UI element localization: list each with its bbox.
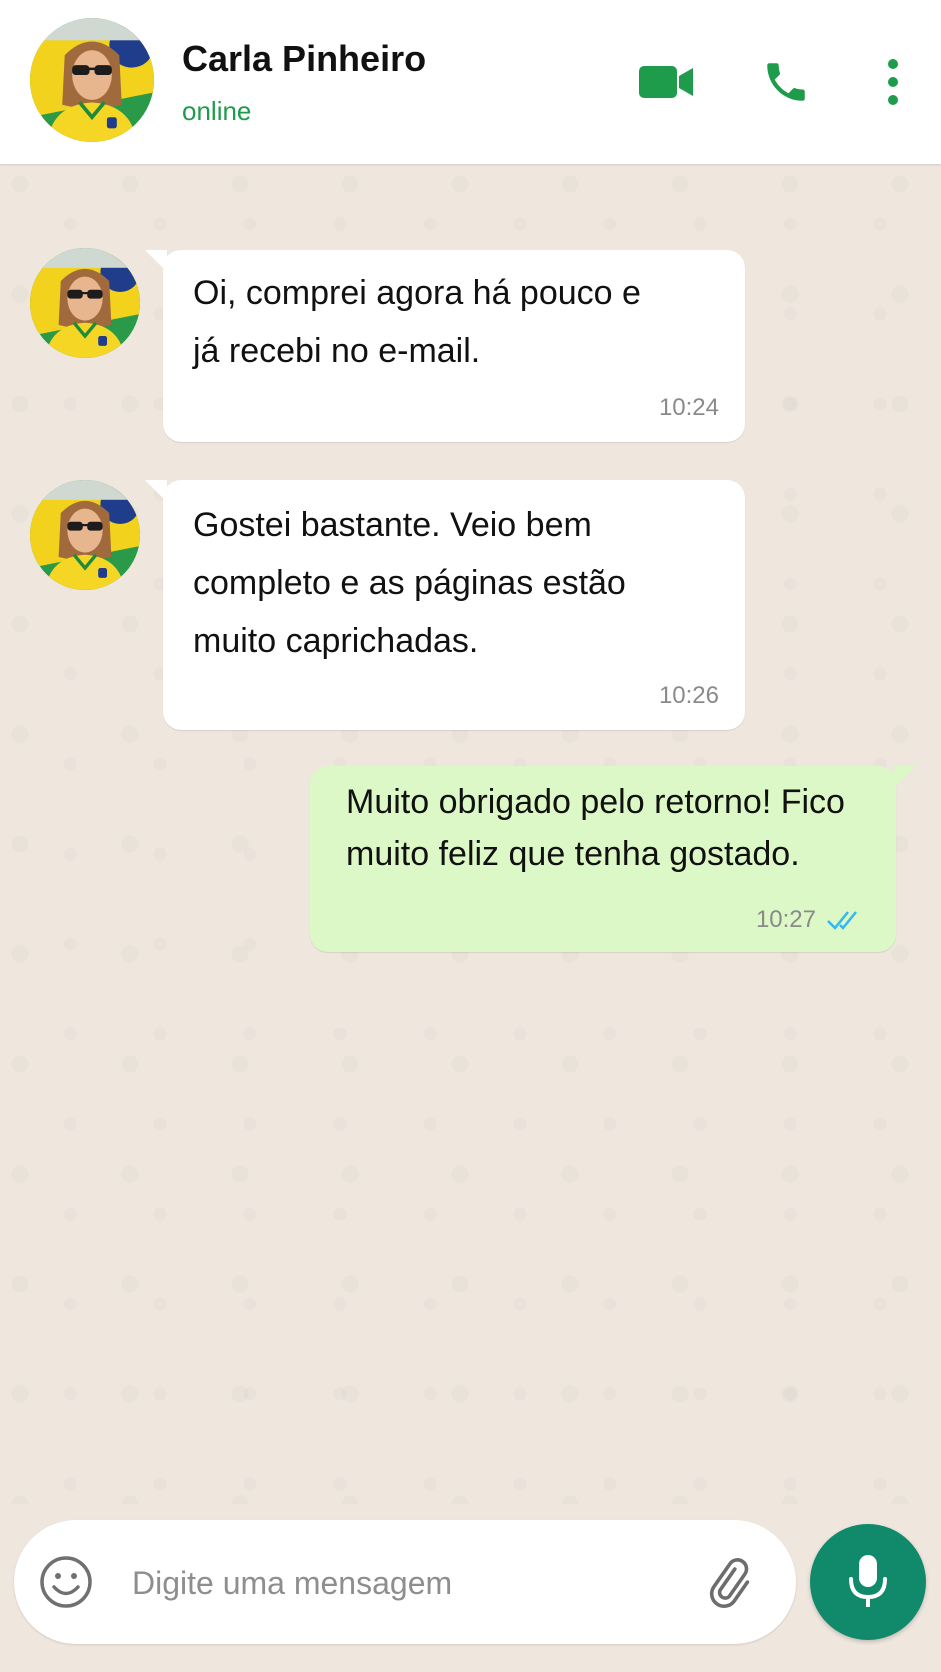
- paperclip-icon[interactable]: [700, 1556, 754, 1610]
- sender-avatar[interactable]: [30, 248, 140, 358]
- message-text: Gostei bastante. Veio bem completo e as …: [193, 506, 626, 660]
- sender-avatar[interactable]: [30, 480, 140, 590]
- contact-avatar[interactable]: [30, 18, 154, 142]
- contact-name[interactable]: Carla Pinheiro: [182, 38, 426, 80]
- message-time: 10:27: [755, 906, 816, 933]
- video-call-icon[interactable]: [636, 54, 696, 110]
- message-time: 10:26: [658, 682, 719, 709]
- message-text: Muito obrigado pelo retorno! Fico muito …: [346, 783, 845, 873]
- incoming-message[interactable]: Oi, comprei agora há pouco e já recebi n…: [145, 250, 745, 442]
- outgoing-message[interactable]: Muito obrigado pelo retorno! Fico muito …: [310, 766, 916, 952]
- incoming-message[interactable]: Gostei bastante. Veio bem completo e as …: [145, 480, 745, 730]
- chat-area[interactable]: Oi, comprei agora há pouco e já recebi n…: [0, 164, 941, 1504]
- contact-status: online: [182, 96, 252, 126]
- message-text: Oi, comprei agora há pouco e já recebi n…: [193, 274, 641, 370]
- message-composer[interactable]: [14, 1520, 796, 1644]
- message-input[interactable]: [130, 1548, 694, 1618]
- microphone-icon: [849, 1555, 887, 1607]
- more-options-icon[interactable]: [866, 54, 920, 110]
- voice-call-icon[interactable]: [756, 54, 816, 110]
- emoji-icon[interactable]: [38, 1554, 94, 1610]
- double-check-read-icon: [826, 908, 866, 932]
- message-time: 10:24: [658, 394, 719, 421]
- chat-header: Carla Pinheiro online: [0, 0, 941, 164]
- voice-message-button[interactable]: [810, 1524, 926, 1640]
